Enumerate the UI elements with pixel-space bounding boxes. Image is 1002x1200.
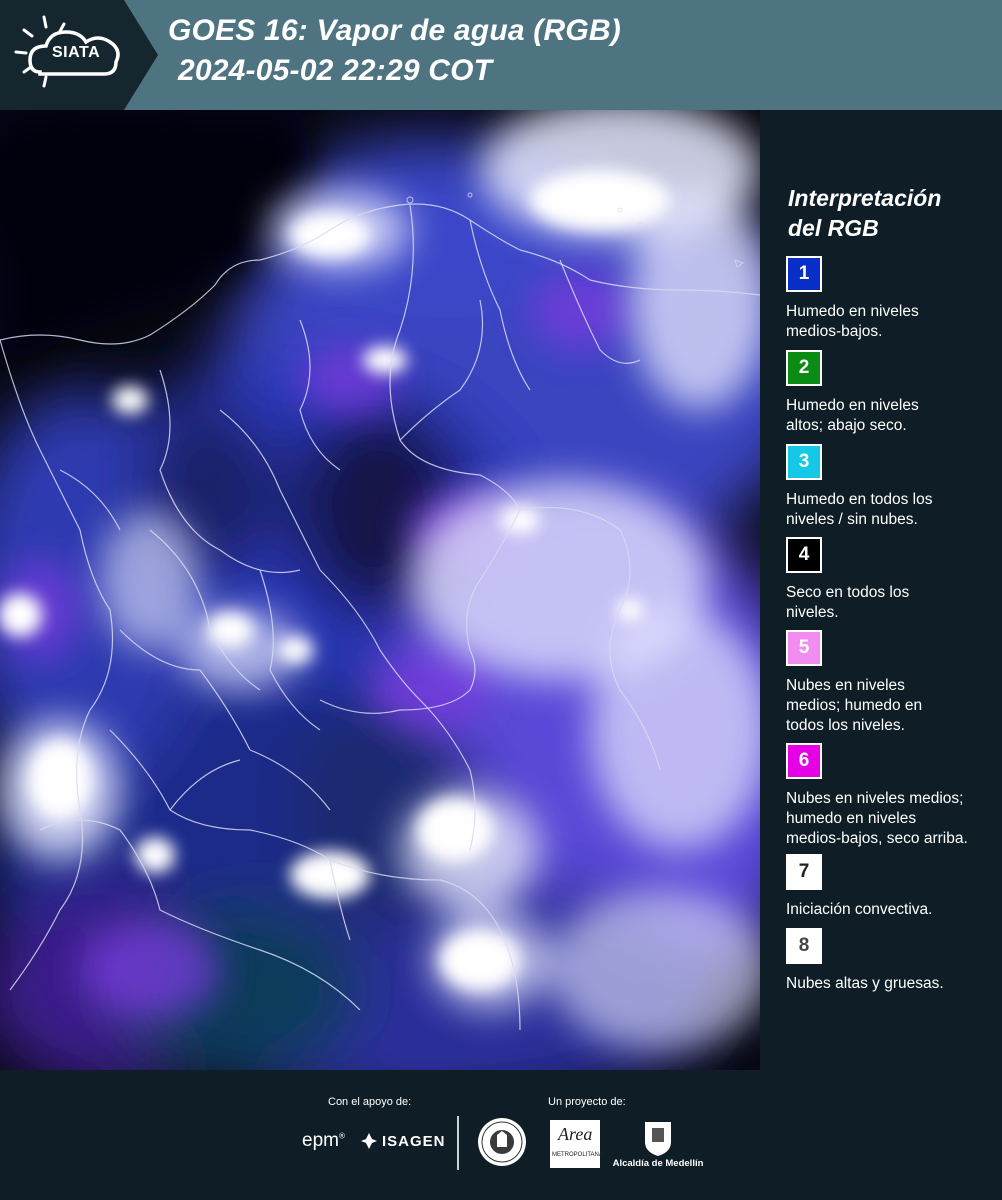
- project-label: Un proyecto de:: [548, 1096, 626, 1108]
- legend-desc-7: Iniciación convectiva.: [786, 901, 933, 918]
- isagen-icon: [361, 1133, 377, 1149]
- support-label: Con el apoyo de:: [328, 1096, 412, 1108]
- legend-desc-5: Nubes en niveles medios; humedo en todos l…: [786, 677, 923, 734]
- legend-item-3: 3 Humedo en todos los niveles / sin nubes…: [786, 444, 996, 530]
- legend-title: Interpretación del RGB: [788, 185, 942, 241]
- legend-desc-1: Humedo en niveles medios-bajos.: [786, 303, 919, 340]
- legend-item-2: 2 Humedo en niveles altos; abajo seco.: [786, 350, 996, 436]
- siata-logo: SIATA: [0, 0, 160, 110]
- footer-divider: [457, 1116, 459, 1170]
- legend-swatch-8: 8: [786, 928, 822, 964]
- seal-logo: [478, 1118, 526, 1166]
- legend-desc-8: Nubes altas y gruesas.: [786, 975, 944, 992]
- legend-item-8: 8 Nubes altas y gruesas.: [786, 928, 996, 994]
- rgb-legend: Interpretación del RGB 1 Humedo en nivel…: [760, 110, 1002, 1070]
- area-metropolitana-logo: Area METROPOLITANA: [550, 1120, 603, 1168]
- medellin-shield-icon: [645, 1122, 671, 1156]
- legend-swatch-5: 5: [786, 630, 822, 666]
- page-timestamp: 2024-05-02 22:29 COT: [178, 54, 493, 87]
- legend-desc-6: Nubes en niveles medios; humedo en nivele…: [786, 790, 968, 847]
- legend-desc-3: Humedo en todos los niveles / sin nubes.: [786, 491, 933, 528]
- page-title: GOES 16: Vapor de agua (RGB): [168, 14, 621, 47]
- legend-item-4: 4 Seco en todos los niveles.: [786, 537, 996, 623]
- legend-swatch-6: 6: [786, 743, 822, 779]
- legend-desc-4: Seco en todos los niveles.: [786, 584, 910, 621]
- water-vapor-image: [0, 110, 760, 1070]
- legend-swatch-3: 3: [786, 444, 822, 480]
- legend-item-6: 6 Nubes en niveles medios; humedo en nive…: [786, 743, 996, 849]
- legend-item-5: 5 Nubes en niveles medios; humedo en todos…: [786, 630, 996, 736]
- alcaldia-medellin-logo: Alcaldía de Medellín: [612, 1118, 704, 1174]
- legend-swatch-1: 1: [786, 256, 822, 292]
- legend-swatch-4: 4: [786, 537, 822, 573]
- legend-swatch-2: 2: [786, 350, 822, 386]
- legend-item-7: 7 Iniciación convectiva.: [786, 854, 996, 920]
- header: SIATA GOES 16: Vapor de agua (RGB) 2024-…: [0, 0, 1002, 110]
- footer: Con el apoyo de: Un proyecto de: epm® IS…: [0, 1070, 1002, 1200]
- legend-item-1: 1 Humedo en niveles medios-bajos.: [786, 256, 996, 342]
- satellite-map[interactable]: [0, 110, 760, 1070]
- legend-swatch-7: 7: [786, 854, 822, 890]
- epm-logo: epm®: [302, 1130, 345, 1151]
- siata-logo-text: SIATA: [52, 44, 101, 61]
- legend-desc-2: Humedo en niveles altos; abajo seco.: [786, 397, 919, 434]
- isagen-logo: ISAGEN: [360, 1132, 446, 1150]
